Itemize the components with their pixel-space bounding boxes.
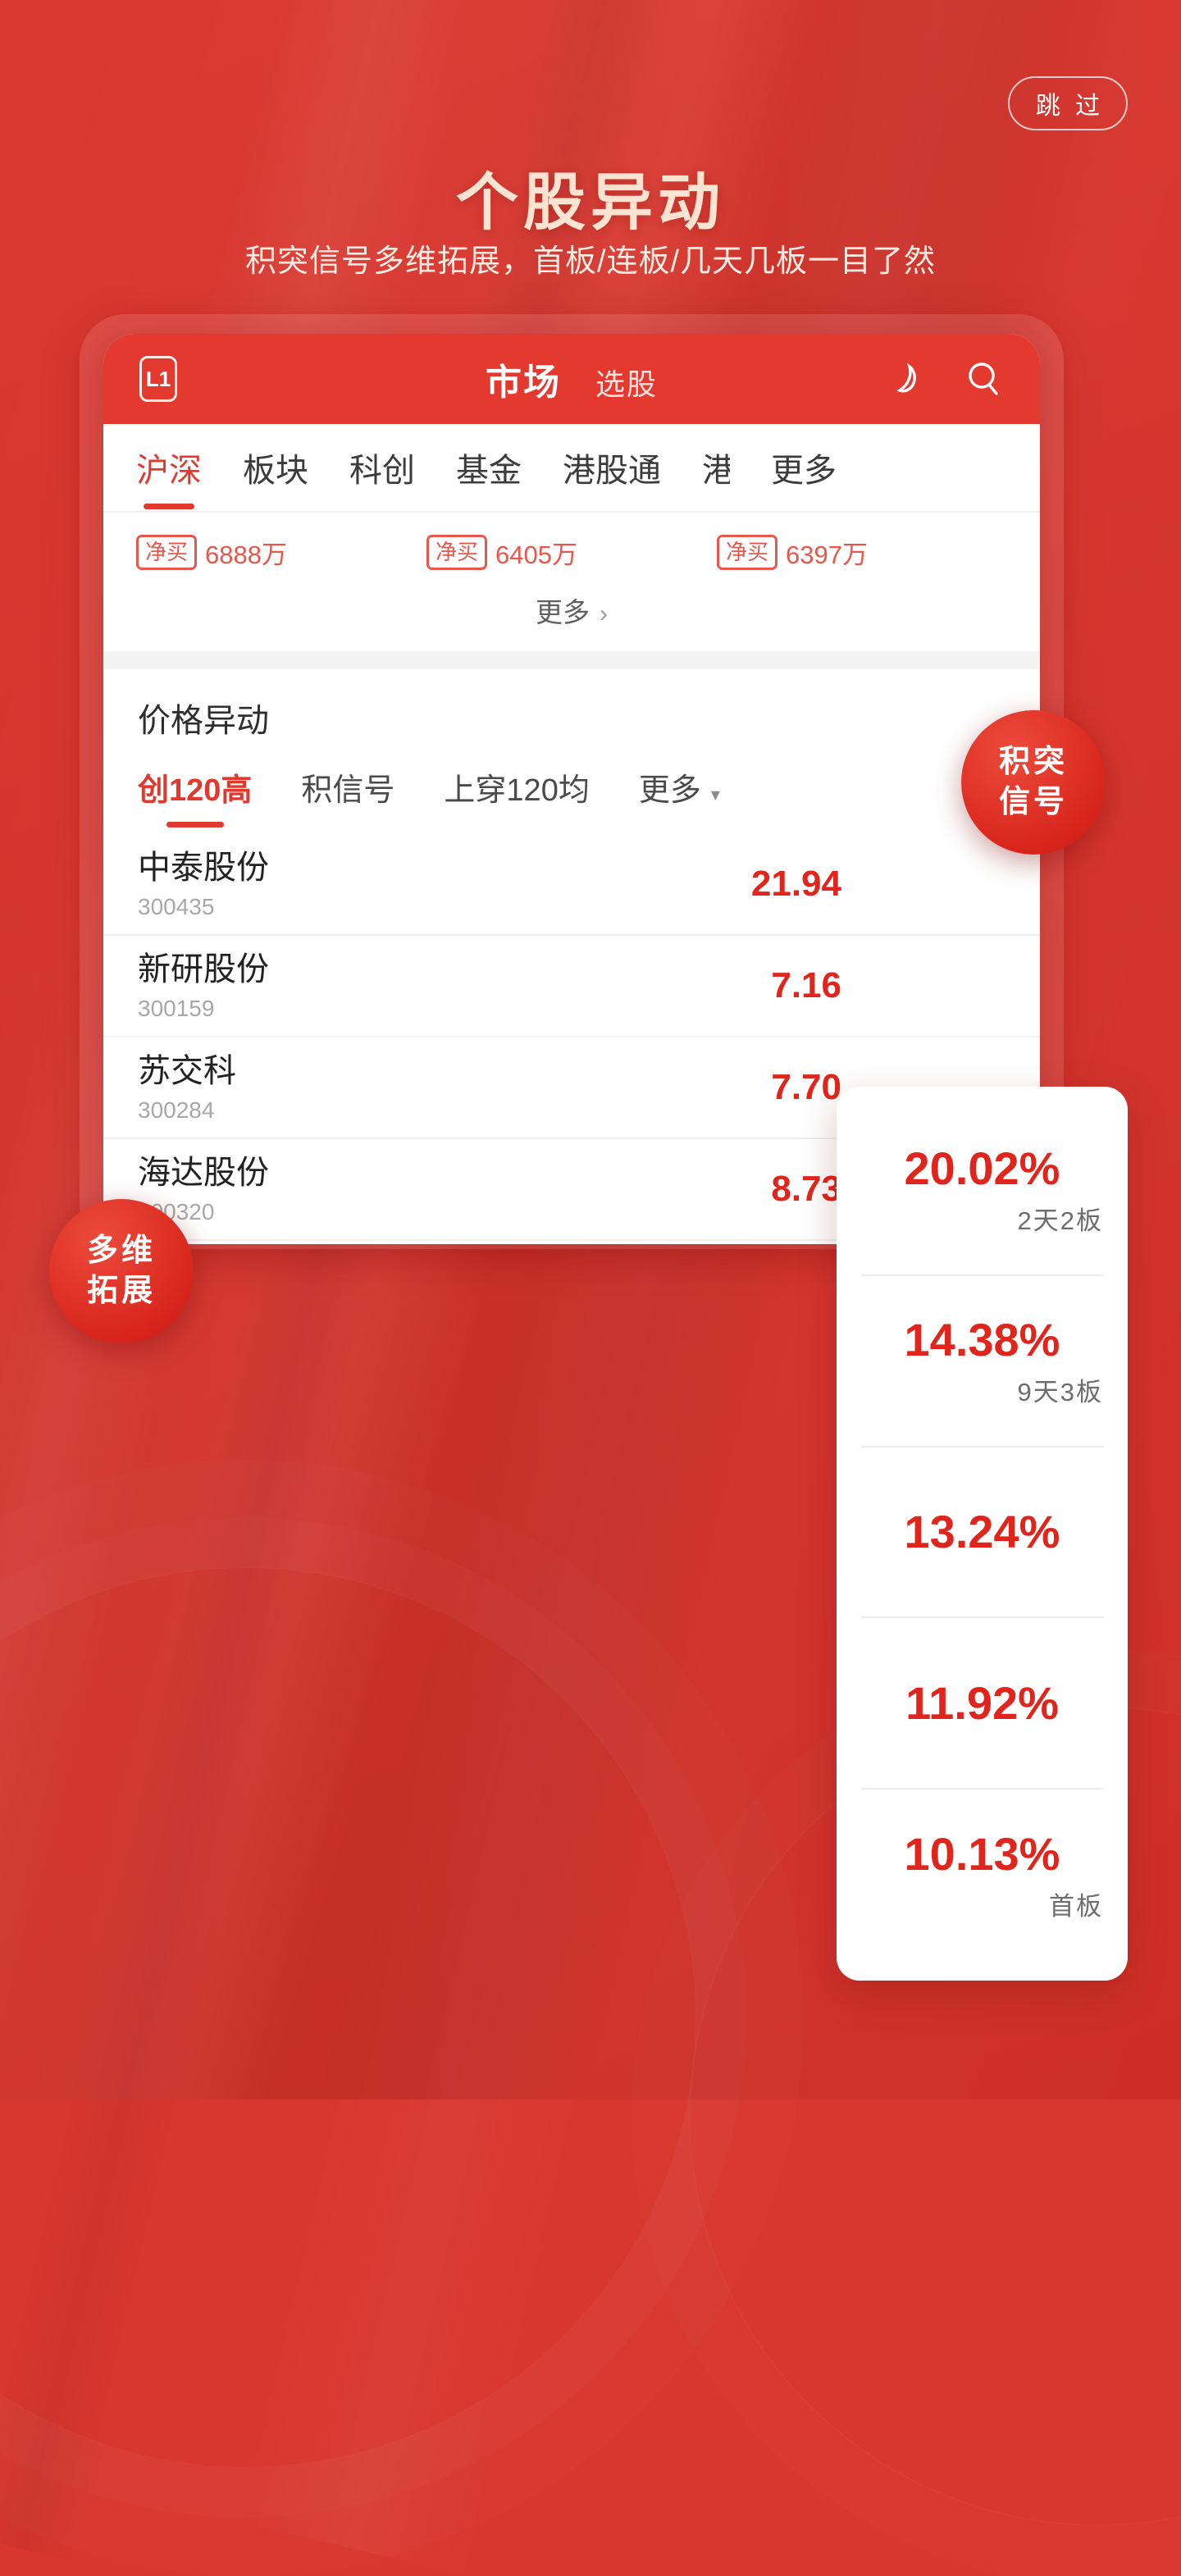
price-section-title: 价格异动 [103,669,1040,750]
category-tab-7[interactable]: 更多 [771,444,837,491]
category-tab-row: 沪深 板块 科创 基金 港股通港更多 [103,424,1040,513]
price-tab-2[interactable]: 积信号 [301,764,394,809]
badge-multi: 多维 拓展 [49,1199,194,1343]
level-badge[interactable]: L1 [139,356,177,402]
net-buy-value: 6397万 [786,540,868,569]
search-icon[interactable] [963,358,1004,399]
bg-arc-decoration [0,1566,697,2469]
stock-identity: 新研股份 300159 [138,950,269,1022]
category-tab-1[interactable]: 沪深 [136,444,202,491]
stock-price: 7.16 [771,965,841,1005]
stock-price: 7.70 [771,1067,841,1107]
net-buy-tag: 净买 [426,535,488,570]
skip-label: 跳 过 [1035,93,1105,120]
section-divider [103,651,1040,669]
badge-multi-line2: 拓展 [86,1274,156,1308]
stock-row[interactable]: 中泰股份 300435 21.94 [103,834,1040,936]
stock-code: 300435 [138,894,215,919]
percent-value: 20.02% [904,1142,1060,1195]
category-tab-6[interactable]: 港 [702,444,730,491]
percent-value: 10.13% [904,1827,1060,1880]
net-buy-value: 6888万 [205,540,287,569]
skip-button[interactable]: 跳 过 [1008,76,1128,130]
net-buy-tag: 净买 [717,535,778,570]
category-tab-4[interactable]: 基金 [456,444,522,491]
net-buy-item[interactable]: 净买 6405万 [426,534,717,571]
stock-name: 苏交科 [138,1053,236,1089]
percent-item: 10.13% 首板 [861,1790,1103,1959]
tab-market[interactable]: 市场 [486,353,561,405]
percent-item: 11.92% [861,1618,1103,1790]
percent-value: 13.24% [904,1506,1060,1558]
more-label: 更多 [536,597,590,627]
stock-code: 300159 [138,996,215,1021]
net-buy-row: 净买 6888万 净买 6405万 净买 6397万 [103,513,1040,576]
net-buy-tag: 净买 [136,535,198,570]
category-tab-3[interactable]: 科创 [349,444,415,491]
stock-name: 新研股份 [138,951,269,987]
badge-signal: 积突 信号 [961,710,1106,855]
price-tab-label: 创120高 [138,773,253,808]
price-tab-label: 积信号 [301,773,395,808]
percent-value: 14.38% [904,1314,1060,1366]
stock-price: 8.73 [771,1169,841,1209]
price-tab-3[interactable]: 上穿120均 [444,764,589,809]
stock-identity: 中泰股份 300435 [138,848,269,920]
chevron-right-icon: › [600,600,608,627]
stock-name: 海达股份 [138,1155,269,1191]
page-title: 个股异动 [456,168,725,238]
app-navbar: L1 市场 选股 [103,334,1040,424]
stock-row[interactable]: 新研股份 300159 7.16 [103,936,1040,1037]
percent-value: 11.92% [905,1677,1059,1730]
price-tab-label: 上穿120均 [444,773,590,808]
badge-signal-line1: 积突 [998,745,1068,780]
percent-item: 20.02% 2天2板 [861,1105,1103,1276]
category-tab-5[interactable]: 港股通 [563,444,661,491]
more-link-top[interactable]: 更多 › [103,576,1040,651]
level-badge-label: L1 [145,366,171,391]
percent-highlight-card: 20.02% 2天2板 14.38% 9天3板 13.24% 11.92% 10.13% 首板 [837,1087,1128,1981]
stock-name: 中泰股份 [138,850,269,886]
percent-item: 14.38% 9天3板 [861,1276,1103,1448]
percent-item: 13.24% [861,1448,1103,1619]
percent-note: 2天2板 [1017,1206,1103,1236]
badge-multi-line1: 多维 [86,1233,156,1269]
stock-price: 21.94 [750,864,841,904]
price-tab-4[interactable]: 更多 ▾ [639,764,720,809]
moon-icon[interactable] [884,358,925,399]
stock-identity: 苏交科 300284 [138,1051,236,1124]
price-tab-row: 创120高 积信号 上穿120均 更多 ▾ [103,750,1040,809]
page-subtitle: 积突信号多维拓展，首板/连板/几天几板一目了然 [244,244,937,279]
stock-code: 300284 [138,1097,215,1123]
net-buy-item[interactable]: 净买 6888万 [136,534,426,571]
tab-stock-picker[interactable]: 选股 [595,361,658,403]
category-tab-2[interactable]: 板块 [243,444,308,491]
price-tab-label: 更多 [638,773,701,808]
price-tab-1[interactable]: 创120高 [138,764,252,809]
badge-signal-line2: 信号 [998,785,1068,819]
navbar-actions [884,358,1004,399]
chevron-down-icon: ▾ [710,784,720,805]
percent-note: 首板 [1049,1891,1103,1921]
net-buy-value: 6405万 [495,540,577,569]
percent-note: 9天3板 [1017,1378,1103,1407]
net-buy-item[interactable]: 净买 6397万 [717,534,1007,571]
